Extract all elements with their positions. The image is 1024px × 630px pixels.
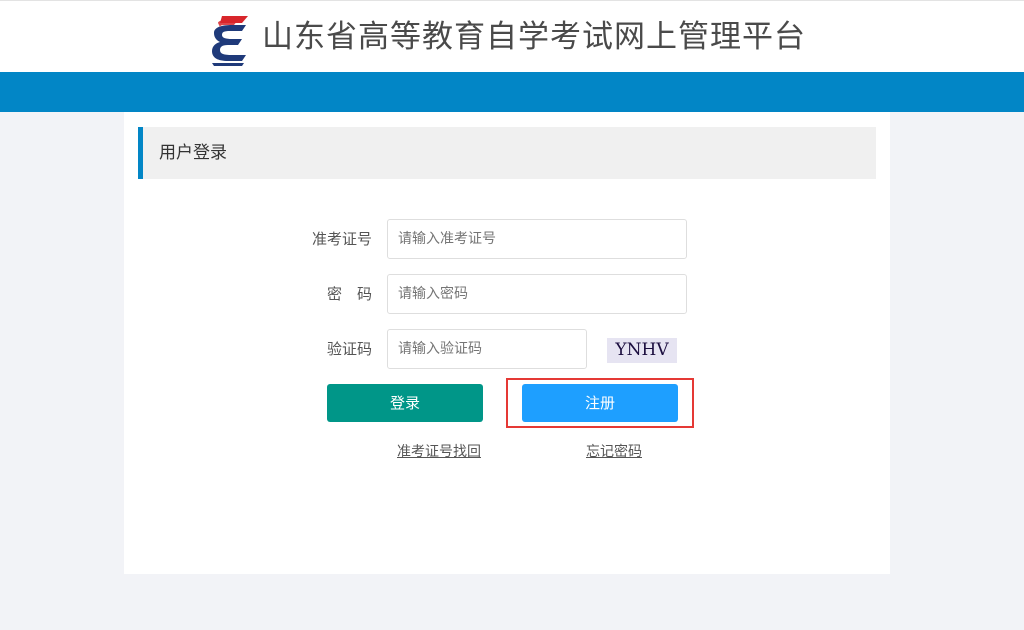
exam-id-input[interactable] — [387, 219, 687, 259]
site-header: 山东省高等教育自学考试网上管理平台 — [0, 0, 1024, 72]
sd-exam-logo-icon — [212, 16, 248, 66]
login-card-title: 用户登录 — [159, 143, 227, 163]
captcha-label: 验证码 — [326, 340, 372, 358]
register-button[interactable]: 注册 — [522, 384, 678, 422]
login-card-header: 用户登录 — [138, 127, 876, 179]
password-label: 密 码 — [326, 285, 372, 303]
password-input[interactable] — [387, 274, 687, 314]
retrieve-exam-id-link[interactable]: 准考证号找回 — [397, 442, 481, 462]
exam-id-label: 准考证号 — [311, 230, 372, 248]
forgot-password-link[interactable]: 忘记密码 — [586, 442, 642, 462]
login-button[interactable]: 登录 — [327, 384, 483, 422]
top-nav-bar — [0, 72, 1024, 112]
captcha-image[interactable]: YNHV — [607, 338, 677, 363]
login-card: 用户登录 准考证号 密 码 验证码 YNHV 登录 注册 准考证号找回 忘记密码 — [124, 112, 890, 574]
site-title: 山东省高等教育自学考试网上管理平台 — [262, 19, 806, 55]
captcha-input[interactable] — [387, 329, 587, 369]
